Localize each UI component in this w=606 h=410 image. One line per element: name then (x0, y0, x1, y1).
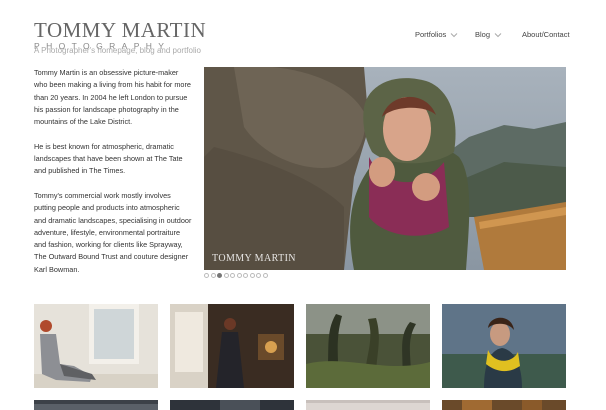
thumbnail-image (170, 400, 294, 410)
slider-dot[interactable] (262, 273, 268, 278)
portfolio-thumbnail[interactable] (442, 400, 566, 410)
intro-paragraph: He is best known for atmospheric, dramat… (34, 141, 183, 176)
slider-pagination (204, 273, 268, 278)
slider-dot[interactable] (204, 273, 209, 278)
slider-dot[interactable] (256, 273, 261, 278)
slider-dot[interactable] (217, 273, 222, 278)
thumbnail-image (442, 400, 566, 410)
nav-label-portfolios: Portfolios (415, 30, 447, 39)
intro-paragraph: Tommy's commercial work mostly involves … (34, 190, 192, 274)
portfolio-thumbnail[interactable] (34, 304, 158, 388)
thumbnail-image (442, 304, 566, 388)
hero-photo (204, 67, 566, 270)
nav-item-portfolios[interactable]: Portfolios (415, 30, 458, 39)
main-nav: Portfolios Blog About/Contact (0, 30, 606, 42)
slider-dot[interactable] (223, 273, 229, 278)
portfolio-thumbnail[interactable] (34, 400, 158, 410)
thumbnail-image (34, 400, 158, 410)
portfolio-thumbnail[interactable] (442, 304, 566, 388)
portfolio-thumbnail[interactable] (306, 400, 430, 410)
chevron-down-icon (450, 32, 458, 37)
intro-text: Tommy Martin is an obsessive picture-mak… (34, 67, 192, 288)
slider-dot[interactable] (249, 273, 255, 278)
slider-dot[interactable] (210, 273, 216, 278)
slide-watermark: Tommy Martin (212, 253, 296, 264)
thumbnail-image (34, 304, 158, 388)
slider-dot[interactable] (243, 273, 248, 278)
site-tagline: A Photographer's homepage, blog and port… (34, 46, 201, 55)
nav-item-about-contact[interactable]: About/Contact (522, 30, 570, 39)
thumbnail-image (170, 304, 294, 388)
intro-paragraph: Tommy Martin is an obsessive picture-mak… (34, 68, 191, 127)
slider-dot[interactable] (236, 273, 242, 278)
hero-slideshow[interactable]: Tommy Martin (204, 67, 566, 270)
slider-dot[interactable] (230, 273, 235, 278)
portfolio-thumbnail[interactable] (170, 304, 294, 388)
nav-label-blog: Blog (475, 30, 491, 39)
portfolio-thumbnail[interactable] (170, 400, 294, 410)
nav-label-about-contact: About/Contact (522, 30, 570, 39)
chevron-down-icon (494, 32, 502, 37)
portfolio-thumbnail[interactable] (306, 304, 430, 388)
thumbnail-image (306, 304, 430, 388)
nav-item-blog[interactable]: Blog (475, 30, 502, 39)
thumbnail-image (306, 400, 430, 410)
